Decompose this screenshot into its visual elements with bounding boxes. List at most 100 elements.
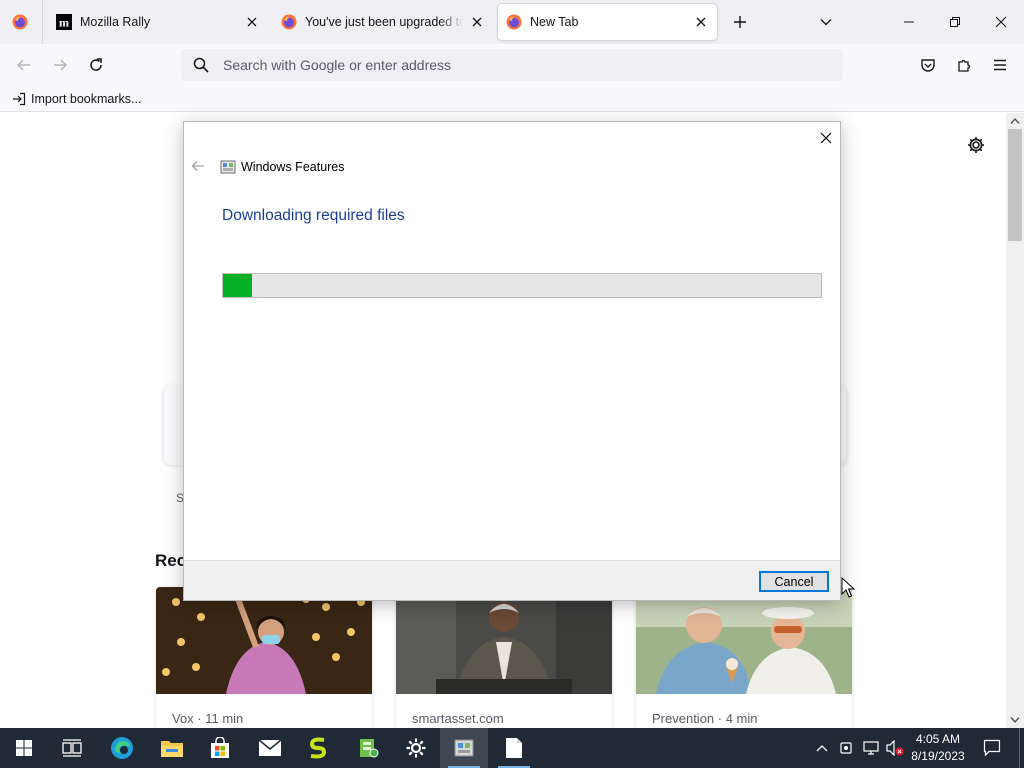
back-button[interactable] xyxy=(12,53,36,77)
task-view-icon xyxy=(62,739,82,757)
taskbar-clock[interactable]: 4:05 AM 8/19/2023 xyxy=(906,731,970,765)
taskbar-settings[interactable] xyxy=(392,728,440,768)
story-card[interactable]: Prevention · 4 min xyxy=(636,587,852,728)
chevron-down-icon xyxy=(820,19,832,26)
search-input[interactable] xyxy=(223,57,823,73)
taskbar-windows-features[interactable] xyxy=(440,728,488,768)
taskbar-file-explorer[interactable] xyxy=(148,728,196,768)
close-icon xyxy=(995,16,1007,28)
minimize-icon xyxy=(904,21,914,23)
pocket-button[interactable] xyxy=(916,53,940,77)
dialog-back-button[interactable] xyxy=(190,158,206,174)
new-tab-button[interactable] xyxy=(728,10,752,34)
tab-upgraded[interactable]: You've just been upgraded to F xyxy=(273,4,493,40)
device-icon xyxy=(840,742,852,754)
arrow-left-icon xyxy=(191,161,204,171)
mouse-cursor-icon xyxy=(841,577,855,598)
story-card[interactable]: smartasset.com xyxy=(396,587,612,728)
app-menu-button[interactable] xyxy=(988,53,1012,77)
windows-features-dialog: Windows Features Downloading required fi… xyxy=(183,121,841,601)
task-view-button[interactable] xyxy=(48,728,96,768)
close-window-button[interactable] xyxy=(989,10,1013,34)
recent-activity-heading: Rec xyxy=(155,551,187,570)
show-desktop-button[interactable] xyxy=(1019,728,1024,768)
tray-device-button[interactable] xyxy=(836,728,856,768)
firefox-icon xyxy=(12,14,28,30)
chevron-up-icon xyxy=(816,745,828,752)
close-tab-icon[interactable] xyxy=(693,14,709,30)
store-icon xyxy=(211,737,229,758)
list-all-tabs-button[interactable] xyxy=(814,10,838,34)
svg-text:m: m xyxy=(59,16,69,30)
tab-new-tab[interactable]: New Tab xyxy=(498,4,717,40)
sketchbook-icon xyxy=(309,737,327,759)
taskbar-edge[interactable] xyxy=(98,728,146,768)
dialog-close-button[interactable] xyxy=(816,128,836,148)
tab-strip: m Mozilla Rally You've just been upgrade… xyxy=(0,0,1024,44)
windows-start-icon xyxy=(16,740,32,756)
restore-button[interactable] xyxy=(943,10,967,34)
network-button[interactable] xyxy=(860,728,882,768)
show-hidden-icons-button[interactable] xyxy=(812,728,832,768)
arrow-left-icon xyxy=(16,59,30,71)
gear-icon[interactable] xyxy=(966,135,986,155)
notifications-button[interactable] xyxy=(980,728,1004,768)
settings-icon xyxy=(406,738,426,758)
mail-icon xyxy=(258,739,282,756)
restore-icon xyxy=(950,17,960,27)
progress-fill xyxy=(223,274,252,297)
import-bookmarks-label: Import bookmarks... xyxy=(31,92,142,106)
forward-button[interactable] xyxy=(48,53,72,77)
windows-taskbar: 4:05 AM 8/19/2023 xyxy=(0,728,1024,768)
minimize-button[interactable] xyxy=(897,10,921,34)
cancel-button[interactable]: Cancel xyxy=(759,571,829,592)
reload-button[interactable] xyxy=(84,53,108,77)
firefox-view-button[interactable] xyxy=(6,8,34,36)
dialog-footer: Cancel xyxy=(184,560,840,600)
firefox-icon xyxy=(506,14,522,30)
tab-divider xyxy=(42,0,43,44)
extensions-button[interactable] xyxy=(952,53,976,77)
dialog-app-title: Windows Features xyxy=(241,160,345,174)
taskbar-sketchbook[interactable] xyxy=(294,728,342,768)
mozilla-m-icon: m xyxy=(56,14,72,30)
tab-title: Mozilla Rally xyxy=(80,15,151,29)
taskbar-notepad[interactable] xyxy=(490,728,538,768)
notepad-icon xyxy=(506,738,522,758)
close-tab-icon[interactable] xyxy=(244,14,260,30)
windows-features-icon xyxy=(220,160,236,174)
scrollbar-thumb[interactable] xyxy=(1008,129,1022,241)
story-source: Vox · 11 min xyxy=(172,711,244,726)
story-thumbnail-woman-in-mask xyxy=(156,587,372,694)
plus-icon xyxy=(734,16,746,28)
taskbar-store[interactable] xyxy=(196,728,244,768)
network-icon xyxy=(863,741,879,755)
notification-icon xyxy=(983,739,1001,757)
tab-mozilla-rally[interactable]: m Mozilla Rally xyxy=(48,4,268,40)
story-source: smartasset.com xyxy=(412,711,504,726)
clock-date: 8/19/2023 xyxy=(911,749,965,763)
tab-title: You've just been upgraded to F xyxy=(305,15,463,29)
import-icon xyxy=(13,92,26,106)
clock-time: 4:05 AM xyxy=(915,732,961,746)
taskbar-mail[interactable] xyxy=(246,728,294,768)
download-progress-bar xyxy=(222,273,822,298)
scroll-down-icon[interactable] xyxy=(1009,714,1021,726)
file-explorer-icon xyxy=(161,741,183,757)
address-bar[interactable] xyxy=(181,49,843,81)
close-tab-icon[interactable] xyxy=(469,14,485,30)
story-source: Prevention · 4 min xyxy=(652,711,758,726)
story-card[interactable]: Vox · 11 min xyxy=(156,587,372,728)
start-button[interactable] xyxy=(0,728,48,768)
import-bookmarks-button[interactable]: Import bookmarks... xyxy=(8,89,145,109)
volume-button[interactable] xyxy=(884,728,906,768)
scroll-up-icon[interactable] xyxy=(1009,115,1021,127)
page-scrollbar[interactable] xyxy=(1006,113,1024,728)
windows-features-icon xyxy=(454,739,474,757)
taskbar-green-app[interactable] xyxy=(344,728,392,768)
pocket-icon xyxy=(921,59,935,72)
dialog-heading: Downloading required files xyxy=(222,207,405,224)
story-thumbnail-elderly-couple xyxy=(636,587,852,694)
shortcut-tile[interactable] xyxy=(164,385,184,465)
green-app-icon xyxy=(360,739,379,758)
